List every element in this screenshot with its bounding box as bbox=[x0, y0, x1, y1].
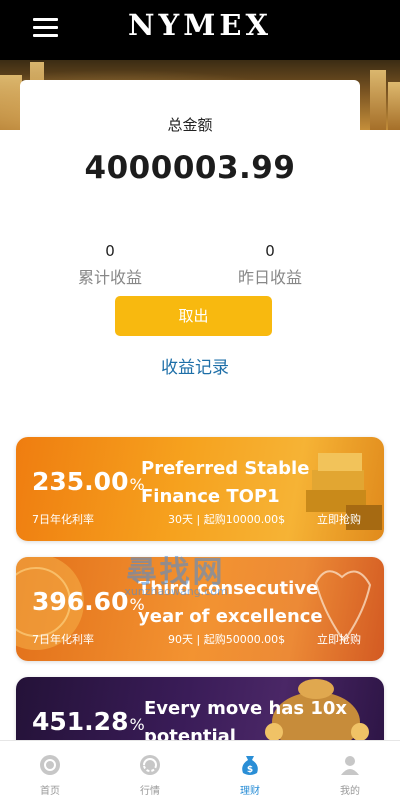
product-card-1[interactable]: 235.00% 7日年化利率 Preferred Stable Finance … bbox=[16, 437, 384, 541]
buy-now-button[interactable]: 立即抢购 bbox=[317, 511, 361, 527]
svg-text:$: $ bbox=[247, 765, 253, 775]
buy-now-button[interactable]: 立即抢购 bbox=[317, 631, 361, 647]
product-title: Preferred Stable Finance TOP1 bbox=[141, 458, 310, 507]
home-icon bbox=[40, 755, 60, 775]
cumulative-earnings-value: 0 bbox=[105, 242, 115, 260]
product-terms: 30天 | 起购10000.00$ bbox=[168, 513, 286, 526]
withdraw-button[interactable]: 取出 bbox=[115, 296, 272, 336]
product-terms: 90天 | 起购50000.00$ bbox=[168, 633, 286, 646]
product-rate: 235.00% bbox=[32, 467, 145, 496]
yesterday-earnings-label: 昨日收益 bbox=[237, 268, 302, 287]
profile-icon bbox=[341, 756, 359, 775]
total-amount-value: 4000003.99 bbox=[84, 150, 296, 186]
cumulative-earnings: 0 累计收益 bbox=[30, 242, 190, 288]
watermark: 尋找网 xunzhaowang.com bbox=[124, 555, 228, 598]
cumulative-earnings-label: 累计收益 bbox=[77, 268, 142, 287]
earnings-records-link[interactable]: 收益记录 bbox=[0, 353, 390, 378]
top-bar: NYMEX bbox=[0, 0, 400, 60]
tab-label: 理财 bbox=[240, 786, 260, 797]
rate-label: 7日年化利率 bbox=[32, 633, 94, 646]
brand-logo: NYMEX bbox=[128, 8, 272, 42]
yesterday-earnings-value: 0 bbox=[265, 242, 275, 260]
rate-label: 7日年化利率 bbox=[32, 513, 94, 526]
yesterday-earnings: 0 昨日收益 bbox=[190, 242, 350, 288]
tab-profile[interactable]: 我的 bbox=[300, 741, 400, 801]
market-icon bbox=[140, 755, 160, 775]
wealth-bag-icon: $ bbox=[242, 756, 258, 775]
tab-label: 行情 bbox=[140, 786, 160, 797]
product-rate: 451.28% bbox=[32, 707, 145, 736]
tab-wealth[interactable]: $ 理财 bbox=[200, 741, 300, 801]
bottom-tab-bar: 首页 行情 $ 理财 我的 bbox=[0, 740, 400, 800]
tab-label: 我的 bbox=[340, 786, 360, 797]
tab-market[interactable]: 行情 bbox=[100, 741, 200, 801]
tab-label: 首页 bbox=[40, 786, 60, 797]
total-amount-label: 总金额 bbox=[167, 116, 213, 134]
tab-home[interactable]: 首页 bbox=[0, 741, 100, 801]
